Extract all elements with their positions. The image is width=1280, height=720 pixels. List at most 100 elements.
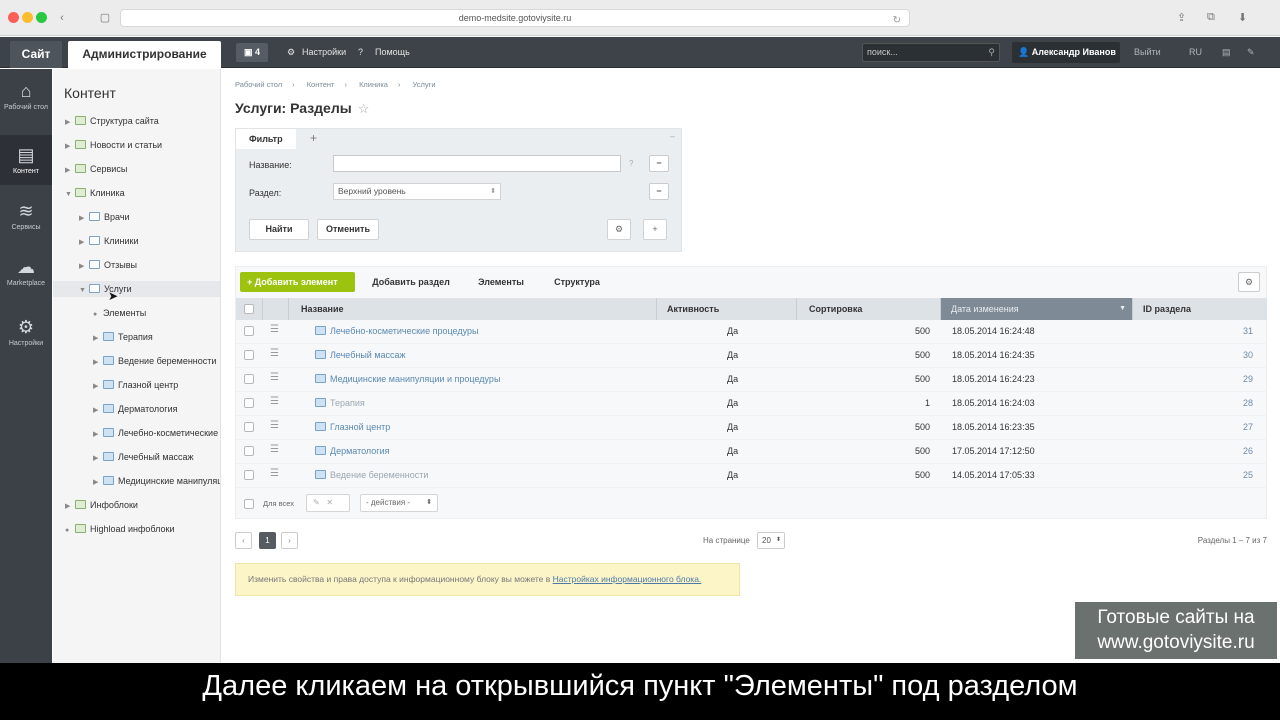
expand-arrow-icon[interactable]: ▶ (93, 379, 103, 395)
collapse-arrow-icon[interactable]: ▼ (79, 283, 89, 299)
tree-node[interactable]: ▼ Клиника (65, 185, 125, 201)
download-icon[interactable]: ⬇ (1238, 11, 1247, 24)
breadcrumb-item[interactable]: Рабочий стол (235, 80, 282, 89)
breadcrumb-item[interactable]: Контент (307, 80, 335, 89)
expand-arrow-icon[interactable]: ▶ (65, 163, 75, 179)
expand-arrow-icon[interactable]: ▶ (93, 331, 103, 347)
group-edit-buttons[interactable]: ✎ ✕ (306, 494, 350, 512)
row-name-link[interactable]: Терапия (315, 398, 365, 408)
tree-node[interactable]: ▶ Отзывы (79, 257, 137, 273)
col-active[interactable]: Активность (657, 298, 797, 320)
actions-select[interactable]: - действия - ⬍ (360, 494, 438, 512)
back-icon[interactable]: ‹ (54, 12, 70, 24)
prev-page-button[interactable]: ‹ (235, 532, 252, 549)
favorite-star-icon[interactable]: ☆ (358, 101, 370, 116)
row-menu-icon[interactable]: ☰ (270, 444, 279, 455)
filter-settings-icon[interactable]: ⚙ (607, 219, 631, 240)
select-all-checkbox[interactable] (244, 304, 254, 314)
user-menu[interactable]: 👤 Александр Иванов (1012, 42, 1120, 63)
tree-node[interactable]: ▶ Инфоблоки (65, 497, 138, 513)
tree-node[interactable]: ▶ Ведение беременности (93, 353, 216, 369)
expand-arrow-icon[interactable]: ▶ (93, 475, 103, 489)
tree-node[interactable]: ▶ Лечебно-косметические (93, 425, 220, 441)
remove-field-button[interactable]: − (649, 183, 669, 200)
sidebar-item-content[interactable]: ▤ Контент (0, 135, 52, 185)
expand-arrow-icon[interactable]: ▶ (93, 451, 103, 467)
tree-node[interactable]: ▶ Врачи (79, 209, 130, 225)
sidebar-item-desktop[interactable]: ⌂ Рабочий стол (0, 81, 52, 112)
row-menu-icon[interactable]: ☰ (270, 372, 279, 383)
elements-button[interactable]: Элементы (468, 272, 534, 292)
pin-icon[interactable]: ✎ (1247, 47, 1255, 58)
table-row[interactable]: ☰ Глазной центр Да 500 18.05.2014 16:23:35 27 (236, 416, 1267, 440)
row-checkbox[interactable] (244, 350, 254, 360)
table-row[interactable]: ☰ Лечебный массаж Да 500 18.05.2014 16:24:35… (236, 344, 1267, 368)
table-row[interactable]: ☰ Терапия Да 1 18.05.2014 16:24:03 28 (236, 392, 1267, 416)
screen-icon[interactable]: ▤ (1222, 47, 1231, 58)
add-field-icon[interactable]: + (643, 219, 667, 240)
row-checkbox[interactable] (244, 374, 254, 384)
iblock-settings-link[interactable]: Настройках информационного блока. (553, 574, 702, 584)
expand-arrow-icon[interactable]: ▶ (93, 355, 103, 371)
tree-node[interactable]: ▶ Терапия (93, 329, 153, 345)
delete-icon[interactable]: ✕ (326, 498, 333, 507)
tree-node[interactable]: ▶ Глазной центр (93, 377, 178, 393)
breadcrumb-item[interactable]: Клиника (359, 80, 388, 89)
table-row[interactable]: ☰ Дерматология Да 500 17.05.2014 17:12:50 26 (236, 440, 1267, 464)
structure-button[interactable]: Структура (542, 272, 612, 292)
tree-node[interactable]: ▶ Клиники (79, 233, 138, 249)
search-icon[interactable]: ⚲ (988, 44, 995, 61)
page-button-current[interactable]: 1 (259, 532, 276, 549)
reload-icon[interactable]: ↻ (893, 12, 901, 29)
next-page-button[interactable]: › (281, 532, 298, 549)
share-icon[interactable]: ⇪ (1177, 11, 1186, 24)
tab-site[interactable]: Сайт (10, 41, 62, 68)
name-input[interactable] (333, 155, 621, 172)
sidebar-item-services[interactable]: ≋ Сервисы (0, 201, 52, 232)
expand-arrow-icon[interactable]: ▶ (65, 499, 75, 515)
for-all-checkbox[interactable] (244, 499, 254, 509)
help-link[interactable]: Помощь (375, 47, 410, 57)
row-name-link[interactable]: Глазной центр (315, 422, 390, 432)
row-checkbox[interactable] (244, 422, 254, 432)
table-row[interactable]: ☰ Медицинские манипуляции и процедуры Да 50… (236, 368, 1267, 392)
tree-node[interactable]: ▶ Структура сайта (65, 113, 159, 129)
tree-node-uslugi[interactable]: ▼ Услуги (53, 281, 220, 297)
col-date[interactable]: Дата изменения ▼ (941, 298, 1133, 320)
page-size-select[interactable]: 20 ⬍ (757, 532, 785, 549)
tree-node[interactable]: ▶ Сервисы (65, 161, 127, 177)
col-name[interactable]: Название (289, 298, 657, 320)
row-menu-icon[interactable]: ☰ (270, 324, 279, 335)
expand-arrow-icon[interactable]: ▶ (65, 115, 75, 131)
tabs-icon[interactable]: ⧉ (1207, 11, 1215, 24)
help-icon[interactable]: ? (629, 159, 633, 168)
collapse-arrow-icon[interactable]: ▼ (65, 187, 75, 203)
address-bar[interactable]: demo-medsite.gotoviysite.ru ↻ (120, 9, 910, 27)
row-menu-icon[interactable]: ☰ (270, 348, 279, 359)
row-name-link[interactable]: Лечебный массаж (315, 350, 406, 360)
search-input[interactable]: поиск... ⚲ (862, 43, 1000, 62)
notifications-button[interactable]: ▣ 4 (236, 43, 268, 62)
minimize-window-icon[interactable] (22, 12, 33, 23)
tree-node[interactable]: ▶ Дерматология (93, 401, 177, 417)
col-section-id[interactable]: ID раздела (1133, 298, 1267, 320)
add-filter-icon[interactable]: + (310, 131, 317, 145)
add-section-button[interactable]: Добавить раздел (363, 272, 459, 292)
expand-arrow-icon[interactable]: ▶ (79, 235, 89, 251)
breadcrumb-item[interactable]: Услуги (413, 80, 436, 89)
row-checkbox[interactable] (244, 446, 254, 456)
tree-node[interactable]: ▶ Новости и статьи (65, 137, 162, 153)
find-button[interactable]: Найти (249, 219, 309, 240)
tab-administration[interactable]: Администрирование (68, 41, 221, 68)
add-element-button[interactable]: + Добавить элемент (240, 272, 355, 292)
language-select[interactable]: RU (1189, 47, 1202, 57)
maximize-window-icon[interactable] (36, 12, 47, 23)
settings-link[interactable]: Настройки (302, 47, 346, 57)
collapse-filter-icon[interactable]: – (670, 131, 675, 141)
row-name-link[interactable]: Дерматология (315, 446, 389, 456)
row-checkbox[interactable] (244, 470, 254, 480)
help-icon[interactable]: ? (358, 47, 363, 57)
col-sort[interactable]: Сортировка (797, 298, 941, 320)
row-menu-icon[interactable]: ☰ (270, 396, 279, 407)
cancel-button[interactable]: Отменить (317, 219, 379, 240)
